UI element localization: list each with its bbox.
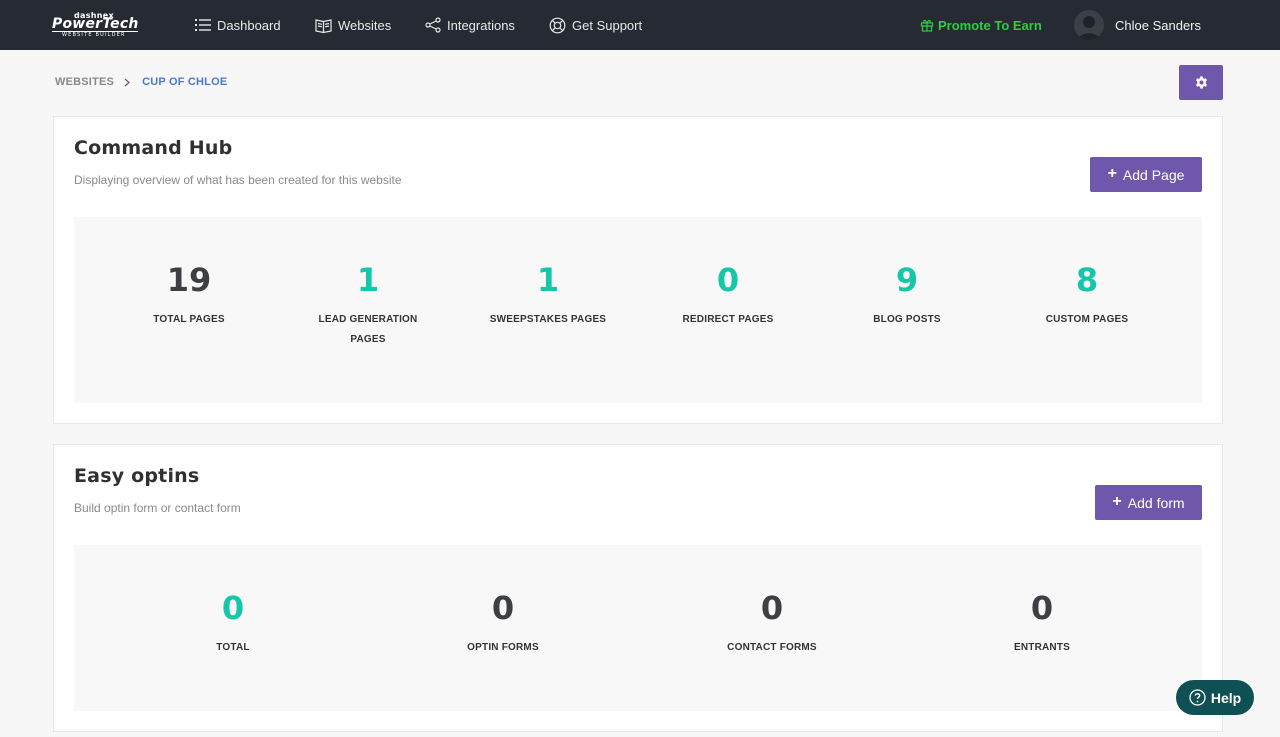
command-hub-stats: 19 TOTAL PAGES 1 LEAD GENERATION PAGES 1… <box>74 217 1202 403</box>
stat-label: BLOG POSTS <box>873 314 941 325</box>
share-icon <box>425 17 441 33</box>
easy-optins-title: Easy optins <box>74 465 200 487</box>
top-navbar: dashnex PowerTech WEBSITE BUILDER Dashbo… <box>0 0 1280 50</box>
stat-label: ENTRANTS <box>1013 642 1071 653</box>
command-hub-panel: Command Hub Displaying overview of what … <box>53 116 1223 424</box>
gear-icon <box>1195 76 1207 89</box>
stat-value: 0 <box>491 589 515 627</box>
stat-value: 8 <box>1075 261 1099 299</box>
help-label: Help <box>1210 689 1242 706</box>
stat-label: REDIRECT PAGES <box>682 314 774 325</box>
nav-dashboard-label: Dashboard <box>217 17 281 33</box>
help-button[interactable]: Help <box>1176 680 1254 715</box>
settings-button[interactable] <box>1179 65 1223 100</box>
stat-label: CUSTOM PAGES <box>1045 314 1129 325</box>
stat-label: LEAD GENERATION PAGES <box>318 314 418 345</box>
plus-icon: + <box>1107 164 1117 182</box>
easy-optins-subtitle: Build optin form or contact form <box>74 501 241 515</box>
stat-value: 0 <box>760 589 784 627</box>
nav-dashboard[interactable]: Dashboard <box>195 0 281 50</box>
command-hub-subtitle: Displaying overview of what has been cre… <box>74 173 402 187</box>
add-page-label: Add Page <box>1122 166 1185 183</box>
logo-brand-main: PowerTech <box>52 16 139 32</box>
stat-label: OPTIN FORMS <box>467 642 539 653</box>
stat-value: 19 <box>166 261 212 299</box>
list-icon <box>195 19 211 31</box>
breadcrumb: WEBSITES CUP OF CHLOE <box>55 76 227 88</box>
gift-icon <box>920 19 934 32</box>
promote-to-earn-link[interactable]: Promote To Earn <box>920 0 1042 50</box>
nav-websites[interactable]: Websites <box>315 0 391 50</box>
user-name-menu[interactable]: Chloe Sanders <box>1115 0 1201 50</box>
breadcrumb-websites-link[interactable]: WEBSITES <box>55 76 114 88</box>
stat-value: 0 <box>1030 589 1054 627</box>
stat-label: CONTACT FORMS <box>727 642 817 653</box>
stat-value: 0 <box>221 589 245 627</box>
stat-label: TOTAL <box>216 642 250 653</box>
avatar[interactable] <box>1074 10 1104 40</box>
lifebuoy-icon <box>549 17 566 33</box>
easy-optins-panel: Easy optins Build optin form or contact … <box>53 444 1223 732</box>
user-silhouette-icon <box>1078 16 1100 40</box>
breadcrumb-current: CUP OF CHLOE <box>142 76 228 88</box>
stat-value: 9 <box>895 261 919 299</box>
powertech-logo[interactable]: dashnex PowerTech WEBSITE BUILDER <box>52 10 142 40</box>
nav-get-support[interactable]: Get Support <box>549 0 642 50</box>
book-icon <box>315 18 332 33</box>
nav-integrations[interactable]: Integrations <box>425 0 515 50</box>
question-circle-icon <box>1189 689 1206 706</box>
promote-label: Promote To Earn <box>938 17 1042 33</box>
stat-label: TOTAL PAGES <box>153 314 225 325</box>
stat-value: 1 <box>536 261 560 299</box>
stat-value: 0 <box>716 261 740 299</box>
stat-value: 1 <box>356 261 380 299</box>
plus-icon: + <box>1112 492 1122 510</box>
command-hub-title: Command Hub <box>74 137 233 159</box>
nav-get-support-label: Get Support <box>572 17 643 33</box>
add-form-label: Add form <box>1127 494 1185 511</box>
easy-optins-stats: 0 TOTAL 0 OPTIN FORMS 0 CONTACT FORMS 0 … <box>74 545 1202 711</box>
logo-brand-tag: WEBSITE BUILDER <box>62 32 126 38</box>
nav-integrations-label: Integrations <box>447 17 515 33</box>
chevron-right-icon <box>124 78 131 86</box>
add-form-button[interactable]: + Add form <box>1095 485 1202 520</box>
add-page-button[interactable]: + Add Page <box>1090 157 1202 192</box>
nav-websites-label: Websites <box>338 17 392 33</box>
stat-label: SWEEPSTAKES PAGES <box>489 314 607 325</box>
